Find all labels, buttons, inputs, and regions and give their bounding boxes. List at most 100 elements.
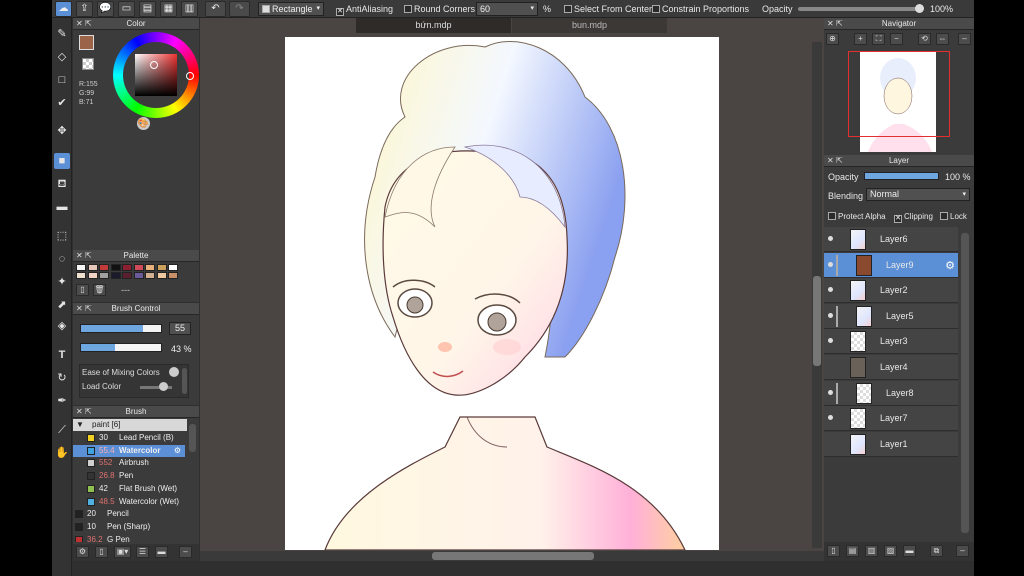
visibility-eye-icon[interactable] xyxy=(828,389,833,395)
undo-icon[interactable]: ↶ xyxy=(205,1,226,17)
brush-item[interactable]: 48.5 Watercolor (Wet) xyxy=(73,496,185,508)
lasso-tool-icon[interactable]: ◌ xyxy=(54,251,70,267)
brush-scrollbar[interactable] xyxy=(189,424,196,452)
brush-item[interactable]: 55.4 Watercolor ⚙ xyxy=(73,444,185,457)
layer-row[interactable]: Layer5 xyxy=(824,303,958,329)
layers-panel-icon[interactable]: ▤ xyxy=(139,1,156,17)
rectangle-tool-icon[interactable]: ■ xyxy=(54,153,70,169)
dropper-tool-icon[interactable]: ⟋ xyxy=(54,422,70,438)
fit-icon[interactable]: ⛶ xyxy=(872,33,885,45)
close-icon[interactable]: ✕ xyxy=(76,303,83,315)
antialiasing-checkbox[interactable]: ✕ AntiAliasing xyxy=(336,4,393,16)
brush-tool-icon[interactable]: ✎ xyxy=(54,26,70,42)
brush-menu-icon[interactable]: ▣▾ xyxy=(114,546,131,558)
brush-size-value[interactable]: 55 xyxy=(169,322,191,335)
color-picker-handle[interactable] xyxy=(150,61,158,69)
palette-swatch[interactable] xyxy=(133,272,144,279)
mixing-scrollbar[interactable] xyxy=(182,368,187,394)
popout-icon[interactable]: ⇱ xyxy=(85,18,92,30)
vertical-scroll-thumb[interactable] xyxy=(813,276,821,366)
palette-swatch[interactable] xyxy=(87,272,98,279)
brush-add-icon[interactable]: ⚙ xyxy=(76,546,89,558)
brush-settings-icon[interactable]: ⚙ xyxy=(174,445,181,457)
lock-checkbox[interactable]: Lock xyxy=(940,212,967,221)
grid-panel-icon[interactable]: ▦ xyxy=(160,1,177,17)
eyedropper-tool-icon[interactable]: ✒ xyxy=(54,393,70,409)
popout-icon[interactable]: ⇱ xyxy=(85,303,92,315)
gradient-tool-icon[interactable]: ▬ xyxy=(54,199,70,215)
vertical-scrollbar[interactable] xyxy=(812,42,822,548)
navigator-view-rect[interactable] xyxy=(848,51,950,137)
palette-swatch[interactable] xyxy=(145,264,155,271)
palette-swatch[interactable] xyxy=(168,264,178,271)
brush-item[interactable]: 42 Flat Brush (Wet) xyxy=(73,483,185,495)
palette-swatch[interactable] xyxy=(122,264,132,271)
move-tool-icon[interactable]: ✥ xyxy=(54,123,70,139)
layer-row[interactable]: Layer1 xyxy=(824,431,958,457)
brush-item[interactable]: 26.8 Pen xyxy=(73,470,185,482)
card-icon[interactable]: ▭ xyxy=(118,1,135,17)
popout-icon[interactable]: ⇱ xyxy=(85,406,92,418)
layer-row[interactable]: Layer9 ⚙ xyxy=(824,252,958,278)
new-brush-icon[interactable]: ▯ xyxy=(95,546,108,558)
brush-list-icon[interactable]: ☰ xyxy=(136,546,149,558)
brush-opacity-slider[interactable] xyxy=(80,343,162,352)
tab-bun[interactable]: bun.mdp xyxy=(512,18,667,33)
zoom-in-icon[interactable]: + xyxy=(854,33,867,45)
operation-tool-icon[interactable]: ↻ xyxy=(54,370,70,386)
popout-icon[interactable]: ⇱ xyxy=(85,250,92,262)
new-page-icon[interactable]: ▯ xyxy=(76,284,89,296)
blending-select[interactable]: Normal ▾ xyxy=(866,188,970,201)
brush-group-header[interactable]: ▼ paint [6] xyxy=(73,419,187,431)
layer-row[interactable]: Layer7 xyxy=(824,406,958,432)
palette-swatch[interactable] xyxy=(76,272,86,279)
secondary-color-swatch[interactable] xyxy=(82,58,94,70)
layer-row[interactable]: Layer6 xyxy=(824,227,958,252)
close-icon[interactable]: ✕ xyxy=(827,155,834,167)
horizontal-scrollbar[interactable] xyxy=(200,551,824,561)
new-layer-8bit-icon[interactable]: ▥ xyxy=(865,545,878,557)
rotate-icon[interactable]: ⟲ xyxy=(918,33,931,45)
constrain-proportions-checkbox[interactable]: Constrain Proportions xyxy=(652,4,749,14)
layer-row[interactable]: Layer4 xyxy=(824,355,958,380)
share-icon[interactable]: ⇪ xyxy=(76,1,93,17)
close-icon[interactable]: ✕ xyxy=(827,18,834,30)
layer-settings-icon[interactable]: ⚙ xyxy=(945,259,955,272)
hand-tool-icon[interactable]: ✋ xyxy=(54,445,70,461)
opacity-slider[interactable] xyxy=(798,4,924,13)
horizontal-scroll-thumb[interactable] xyxy=(432,552,594,560)
visibility-eye-icon[interactable] xyxy=(828,236,833,241)
brush-remove-icon[interactable]: – xyxy=(179,546,192,558)
new-1bit-layer-icon[interactable]: ▨ xyxy=(884,545,897,557)
palette-swatch[interactable] xyxy=(133,264,144,271)
delete-layer-icon[interactable]: – xyxy=(956,545,969,557)
round-corners-input[interactable]: 60 ▾ xyxy=(476,2,538,16)
visibility-eye-icon[interactable] xyxy=(828,287,833,293)
palette-swatch[interactable] xyxy=(99,272,109,279)
palette-swatch[interactable] xyxy=(145,272,155,279)
redo-icon[interactable]: ↷ xyxy=(229,1,250,17)
opacity-slider-knob[interactable] xyxy=(914,4,924,13)
layer-row[interactable]: Layer3 xyxy=(824,329,958,355)
select-tool-icon[interactable]: ⬚ xyxy=(54,228,70,244)
hue-ring[interactable] xyxy=(113,32,199,118)
load-color-knob[interactable] xyxy=(159,382,168,391)
close-icon[interactable]: ✕ xyxy=(76,250,83,262)
close-icon[interactable]: ✕ xyxy=(76,18,83,30)
layer-row[interactable]: Layer2 xyxy=(824,278,958,304)
palette-swatch[interactable] xyxy=(110,264,121,271)
new-halftone-layer-icon[interactable]: ▤ xyxy=(846,545,859,557)
visibility-eye-icon[interactable] xyxy=(828,312,833,318)
select-eraser-icon[interactable]: ◈ xyxy=(54,318,70,334)
saturation-value-square[interactable] xyxy=(135,54,177,96)
palette-swatch[interactable] xyxy=(99,264,109,271)
visibility-eye-icon[interactable] xyxy=(828,338,833,344)
brush-item[interactable]: 20 Pencil xyxy=(73,508,185,520)
palette-swatch[interactable] xyxy=(76,264,86,271)
text-tool-icon[interactable]: T xyxy=(54,347,70,363)
trash-icon[interactable]: 🗑 xyxy=(93,284,106,296)
brush-size-slider[interactable] xyxy=(80,324,162,333)
palette-swatch[interactable] xyxy=(110,272,121,279)
select-rect-tool-icon[interactable]: □ xyxy=(54,72,70,88)
check-tool-icon[interactable]: ✔ xyxy=(54,95,70,111)
